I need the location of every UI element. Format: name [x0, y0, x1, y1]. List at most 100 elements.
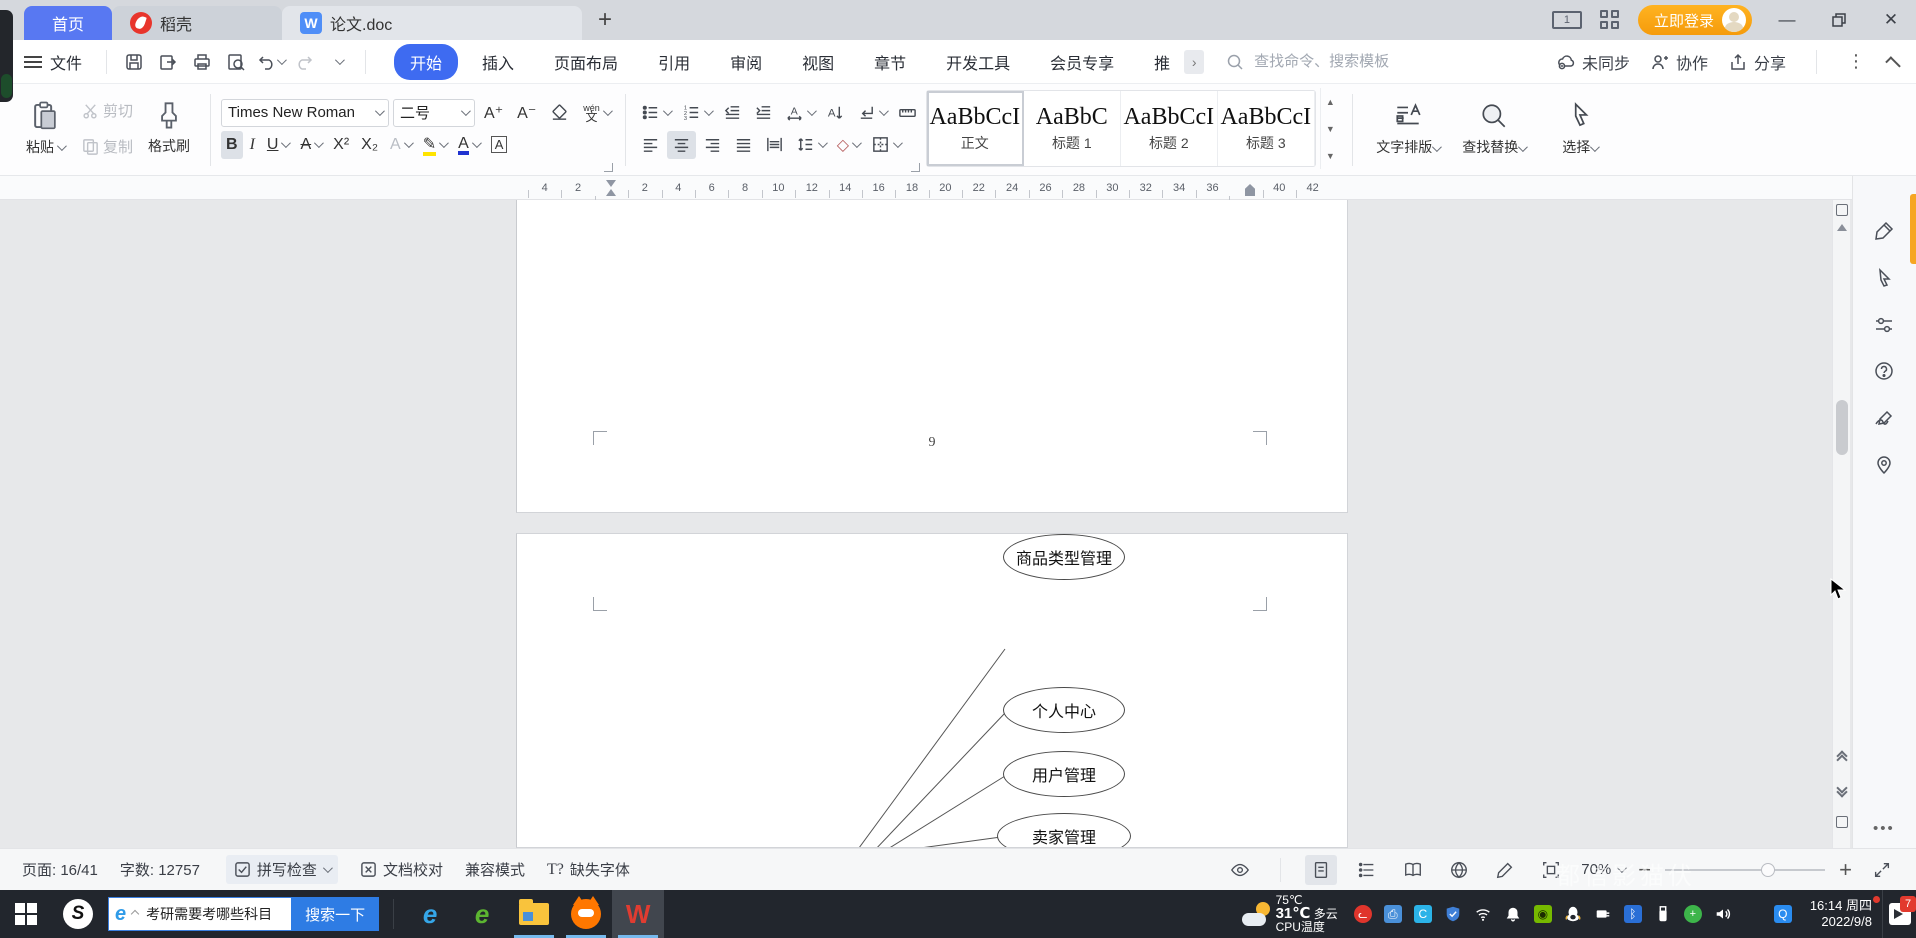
web-view-button[interactable] [1443, 855, 1475, 885]
pinyin-dropdown[interactable] [602, 106, 613, 117]
ribbon-tab[interactable]: 插入 [466, 44, 530, 80]
justify-button[interactable] [729, 131, 758, 159]
style-item[interactable]: AaBbCcI 标题 3 [1218, 91, 1315, 166]
wifi-tray-icon[interactable] [1468, 890, 1498, 938]
usb-drive-tray-icon[interactable] [1648, 890, 1678, 938]
decrease-font-button[interactable]: A⁻ [512, 99, 541, 127]
shading-button[interactable]: ◇ [832, 131, 864, 159]
ribbon-tab[interactable]: 开发工具 [930, 44, 1026, 80]
next-page-button[interactable] [1833, 782, 1850, 798]
douyu-taskbar-icon[interactable] [560, 890, 612, 938]
adjust-width-button[interactable]: A [780, 99, 819, 127]
page-view-button[interactable] [1305, 854, 1338, 885]
zoom-in-button[interactable]: + [1839, 857, 1852, 883]
save-icon[interactable] [117, 46, 151, 78]
volume-tray-icon[interactable] [1708, 890, 1738, 938]
borders-button[interactable] [866, 131, 905, 159]
collaborate-button[interactable]: 协作 [1650, 50, 1708, 74]
clear-format-button[interactable] [545, 99, 574, 127]
subscript-button[interactable]: X₂ [356, 131, 383, 159]
style-item[interactable]: AaBbC 标题 1 [1024, 91, 1121, 166]
bluetooth-tray-icon[interactable]: ᛒ [1618, 890, 1648, 938]
font-family-select[interactable]: Times New Roman [221, 98, 390, 127]
char-border-button[interactable]: A [486, 131, 513, 159]
taskbar-search-input[interactable] [144, 905, 293, 923]
increase-indent-button[interactable] [749, 99, 778, 127]
wps-taskbar-icon[interactable]: W [612, 890, 665, 938]
minimize-button[interactable]: — [1770, 0, 1804, 40]
gallery-more-arrow[interactable]: ▼ [1321, 142, 1340, 169]
notification-bell-tray-icon[interactable] [1498, 890, 1528, 938]
gallery-up-arrow[interactable]: ▲ [1321, 88, 1340, 115]
font-size-select[interactable]: 二号 [393, 98, 476, 127]
paste-dropdown[interactable] [56, 140, 67, 151]
fullscreen-button[interactable] [1866, 855, 1898, 885]
arrange-windows-icon[interactable]: 1 [1551, 11, 1582, 29]
increase-font-button[interactable]: A⁺ [479, 99, 508, 127]
restore-button[interactable] [1822, 0, 1856, 40]
italic-button[interactable]: I [245, 131, 260, 159]
gallery-down-arrow[interactable]: ▼ [1321, 115, 1340, 142]
tab-home[interactable]: 首页 [24, 6, 112, 40]
horizontal-ruler[interactable]: 4 2 2 4 6 8 10 12 14 16 18 20 22 24 26 28 30 32 34 36 40 42 [0, 176, 1916, 204]
ruler-toggle-icon[interactable] [1835, 204, 1848, 216]
adjust-tool-icon[interactable] [1871, 312, 1897, 338]
ribbon-tab[interactable]: 引用 [642, 44, 706, 80]
zoom-slider[interactable] [1665, 862, 1826, 877]
power-plug-tray-icon[interactable] [1588, 890, 1618, 938]
tab-ruler-button[interactable] [893, 99, 922, 127]
print-preview-icon[interactable] [219, 46, 253, 78]
show-marks-button[interactable] [852, 99, 891, 127]
explorer-taskbar-icon[interactable] [508, 890, 560, 938]
distribute-button[interactable] [760, 131, 789, 159]
sync-status[interactable]: 未同步 [1556, 50, 1630, 74]
command-search[interactable] [1226, 52, 1443, 71]
zoom-out-button[interactable]: − [1638, 857, 1651, 883]
ribbon-tab[interactable]: 视图 [786, 44, 850, 80]
decrease-indent-button[interactable] [718, 99, 747, 127]
command-search-input[interactable] [1252, 52, 1443, 71]
ie-taskbar-icon[interactable]: e [404, 890, 456, 938]
find-replace-button[interactable]: 查找替换 [1451, 88, 1537, 169]
cut-button[interactable]: 剪切 [76, 97, 138, 125]
pointer-tool-icon[interactable] [1871, 265, 1897, 291]
word-count[interactable]: 字数: 12757 [120, 859, 200, 880]
temperature-widget[interactable]: 75℃ 31℃ 多云 CPU温度 [1276, 894, 1338, 934]
driver-tray-icon[interactable]: C [1408, 890, 1438, 938]
missing-font-button[interactable]: T? 缺失字体 [547, 859, 630, 880]
previous-page-button[interactable] [1833, 750, 1850, 766]
ribbon-tab[interactable]: 开始 [394, 43, 459, 80]
numbered-list-button[interactable]: 123 [677, 99, 716, 127]
search-go-button[interactable]: 搜索一下 [291, 897, 380, 931]
superscript-button[interactable]: X² [328, 131, 354, 159]
document-page-prev[interactable]: 9 [516, 200, 1348, 513]
hamburger-icon[interactable] [24, 55, 42, 68]
scroll-up-arrow[interactable] [1836, 224, 1847, 231]
outline-view-button[interactable] [1351, 855, 1383, 885]
search-engine-chevron[interactable] [130, 909, 140, 919]
strikethrough-button[interactable]: A [295, 131, 326, 159]
underline-button[interactable]: U [262, 131, 294, 159]
page-indicator[interactable]: 页面: 16/41 [22, 859, 98, 880]
help-icon[interactable] [1871, 358, 1897, 384]
action-center-button[interactable]: 7 [1882, 890, 1916, 938]
tab-document[interactable]: W 论文.doc [282, 6, 582, 40]
font-dialog-launcher[interactable] [603, 163, 613, 172]
tabs-overflow-chevron[interactable]: › [1184, 49, 1205, 74]
ribbon-tab[interactable]: 会员专享 [1034, 44, 1130, 80]
eye-protect-button[interactable] [1224, 855, 1256, 885]
use-case-ellipse[interactable]: 个人中心 [1003, 687, 1125, 733]
ribbon-tab[interactable]: 页面布局 [538, 44, 634, 80]
align-right-button[interactable] [698, 131, 727, 159]
zoom-slider-knob[interactable] [1761, 862, 1776, 877]
pc-manager-tray-icon[interactable] [1438, 890, 1468, 938]
text-layout-button[interactable]: 文字排版 [1365, 88, 1451, 169]
sogou-input-tray-icon[interactable]: Q [1768, 890, 1798, 938]
undo-dropdown[interactable] [276, 55, 287, 66]
export-icon[interactable] [151, 46, 185, 78]
proofread-button[interactable]: 文档校对 [360, 859, 443, 880]
spellcheck-toggle[interactable]: 拼写检查 [225, 855, 338, 884]
select-browse-object[interactable] [1833, 816, 1850, 828]
share-button[interactable]: 分享 [1728, 50, 1786, 74]
format-painter-button[interactable]: 格式刷 [138, 88, 200, 169]
